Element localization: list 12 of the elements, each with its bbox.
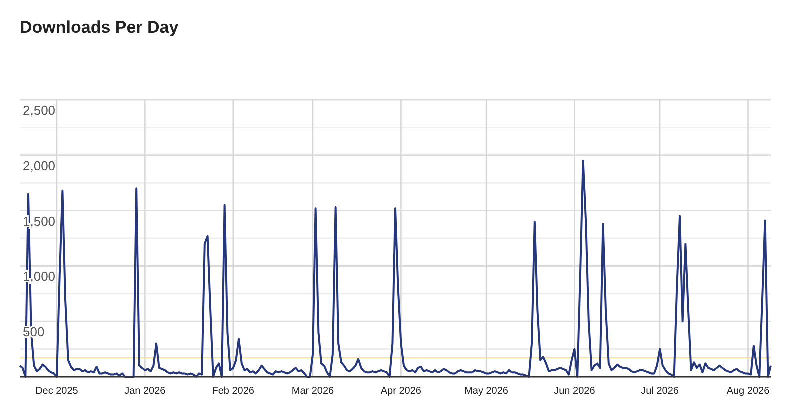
y-axis-label: 2,000 xyxy=(23,158,56,174)
x-axis-label: Mar 2026 xyxy=(292,386,334,397)
x-axis-label: Jul 2026 xyxy=(641,386,679,397)
x-axis-label: Dec 2025 xyxy=(36,386,78,397)
x-axis-label: Aug 2026 xyxy=(726,386,770,397)
x-axis-label: Feb 2026 xyxy=(212,386,254,397)
y-axis-label: 2,500 xyxy=(23,103,56,118)
x-axis-label: Apr 2026 xyxy=(380,386,422,397)
x-axis-label: Jan 2026 xyxy=(124,386,166,397)
x-axis-label: Jun 2026 xyxy=(554,386,596,397)
x-axis-label: May 2026 xyxy=(464,386,508,397)
chart-title: Downloads Per Day xyxy=(20,18,179,38)
